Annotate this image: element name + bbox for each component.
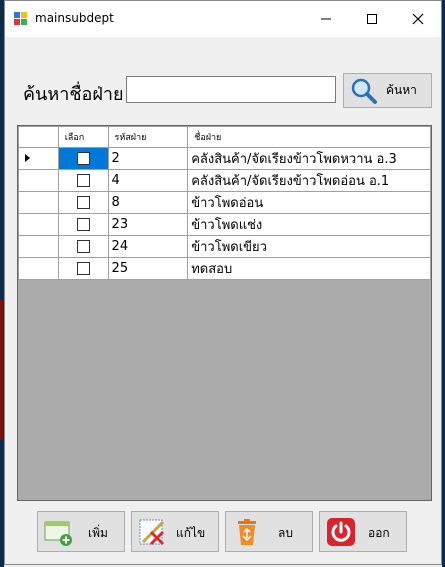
select-cell[interactable] [57, 169, 109, 192]
code-cell[interactable]: 24 [107, 235, 189, 258]
name-cell[interactable]: ข้าวโพดอ่อน [187, 191, 431, 214]
code-cell[interactable]: 23 [107, 213, 189, 236]
trash-icon [238, 519, 256, 545]
minimize-button[interactable] [303, 1, 349, 37]
maximize-button[interactable] [349, 1, 395, 37]
row-header[interactable] [18, 213, 59, 236]
row-checkbox[interactable] [76, 218, 90, 231]
row-checkbox[interactable] [76, 196, 90, 209]
row-header-corner [18, 126, 59, 148]
row-header[interactable] [18, 169, 59, 192]
table-row[interactable]: 24 ข้าวโพดเขียว [18, 235, 431, 258]
code-cell[interactable]: 25 [107, 257, 189, 280]
select-cell[interactable] [57, 235, 109, 258]
select-cell[interactable] [57, 213, 109, 236]
row-header[interactable] [18, 191, 59, 214]
edit-button[interactable]: แก้ไข [131, 511, 219, 552]
table-row[interactable]: 4 คลังสินค้า/จัดเรียงข้าวโพดอ่อน อ.1 [18, 169, 431, 192]
magnifier-icon [351, 78, 377, 104]
code-cell[interactable]: 8 [107, 191, 189, 214]
add-button-label: เพิ่ม [88, 526, 108, 540]
add-button[interactable]: เพิ่ม [37, 511, 125, 552]
search-button[interactable]: ค้นหา [343, 73, 432, 108]
row-header[interactable] [18, 257, 59, 280]
name-cell[interactable]: ข้าวโพดแช่ง [187, 213, 431, 236]
add-icon [44, 521, 72, 546]
column-header-name[interactable]: ชื่อฝ่าย [187, 126, 431, 148]
row-header[interactable] [18, 235, 59, 258]
search-input[interactable] [126, 76, 336, 103]
name-cell[interactable]: ทดสอบ [187, 257, 431, 280]
minimize-icon [321, 18, 331, 20]
table-row[interactable]: 23 ข้าวโพดแช่ง [18, 213, 431, 236]
department-table: เลือก รหัสฝ่าย ชื่อฝ่าย 2 คลังสินค้า/จัด… [18, 126, 431, 280]
exit-button[interactable]: ออก [319, 511, 407, 552]
edit-button-label: แก้ไข [176, 526, 206, 540]
row-checkbox[interactable] [76, 240, 90, 253]
select-cell[interactable] [57, 257, 109, 280]
select-cell[interactable] [57, 191, 109, 214]
column-header-code[interactable]: รหัสฝ่าย [107, 126, 189, 148]
current-row-arrow-icon [25, 154, 30, 162]
column-header-select[interactable]: เลือก [57, 126, 109, 148]
delete-button[interactable]: ลบ [225, 511, 313, 552]
close-button[interactable] [395, 1, 441, 37]
close-icon [412, 13, 424, 25]
name-cell[interactable]: ข้าวโพดเขียว [187, 235, 431, 258]
code-cell[interactable]: 4 [107, 169, 189, 192]
window-title: mainsubdept [35, 11, 114, 25]
search-button-label: ค้นหา [386, 83, 417, 97]
table-row[interactable]: 25 ทดสอบ [18, 257, 431, 280]
table-row[interactable]: 8 ข้าวโพดอ่อน [18, 191, 431, 214]
department-grid[interactable]: เลือก รหัสฝ่าย ชื่อฝ่าย 2 คลังสินค้า/จัด… [17, 125, 432, 501]
maximize-icon [367, 14, 377, 24]
delete-button-label: ลบ [278, 526, 293, 540]
search-label: ค้นหาชื่อฝ่าย [23, 84, 124, 105]
code-cell[interactable]: 2 [107, 147, 189, 170]
title-bar[interactable]: mainsubdept [5, 1, 441, 37]
table-row[interactable]: 2 คลังสินค้า/จัดเรียงข้าวโพดหวาน อ.3 [18, 147, 431, 170]
row-header[interactable] [18, 147, 59, 170]
row-checkbox[interactable] [76, 174, 90, 187]
power-icon [327, 518, 355, 546]
row-checkbox[interactable] [76, 262, 90, 275]
name-cell[interactable]: คลังสินค้า/จัดเรียงข้าวโพดอ่อน อ.1 [187, 169, 431, 192]
exit-button-label: ออก [368, 526, 390, 540]
main-window: mainsubdept ค้นหาชื่อฝ่าย ค้นหา เลือก รห… [4, 0, 442, 565]
row-checkbox[interactable] [76, 152, 90, 165]
app-icon [14, 12, 28, 26]
edit-icon [139, 519, 165, 546]
name-cell[interactable]: คลังสินค้า/จัดเรียงข้าวโพดหวาน อ.3 [187, 147, 431, 170]
select-cell[interactable] [57, 147, 109, 170]
